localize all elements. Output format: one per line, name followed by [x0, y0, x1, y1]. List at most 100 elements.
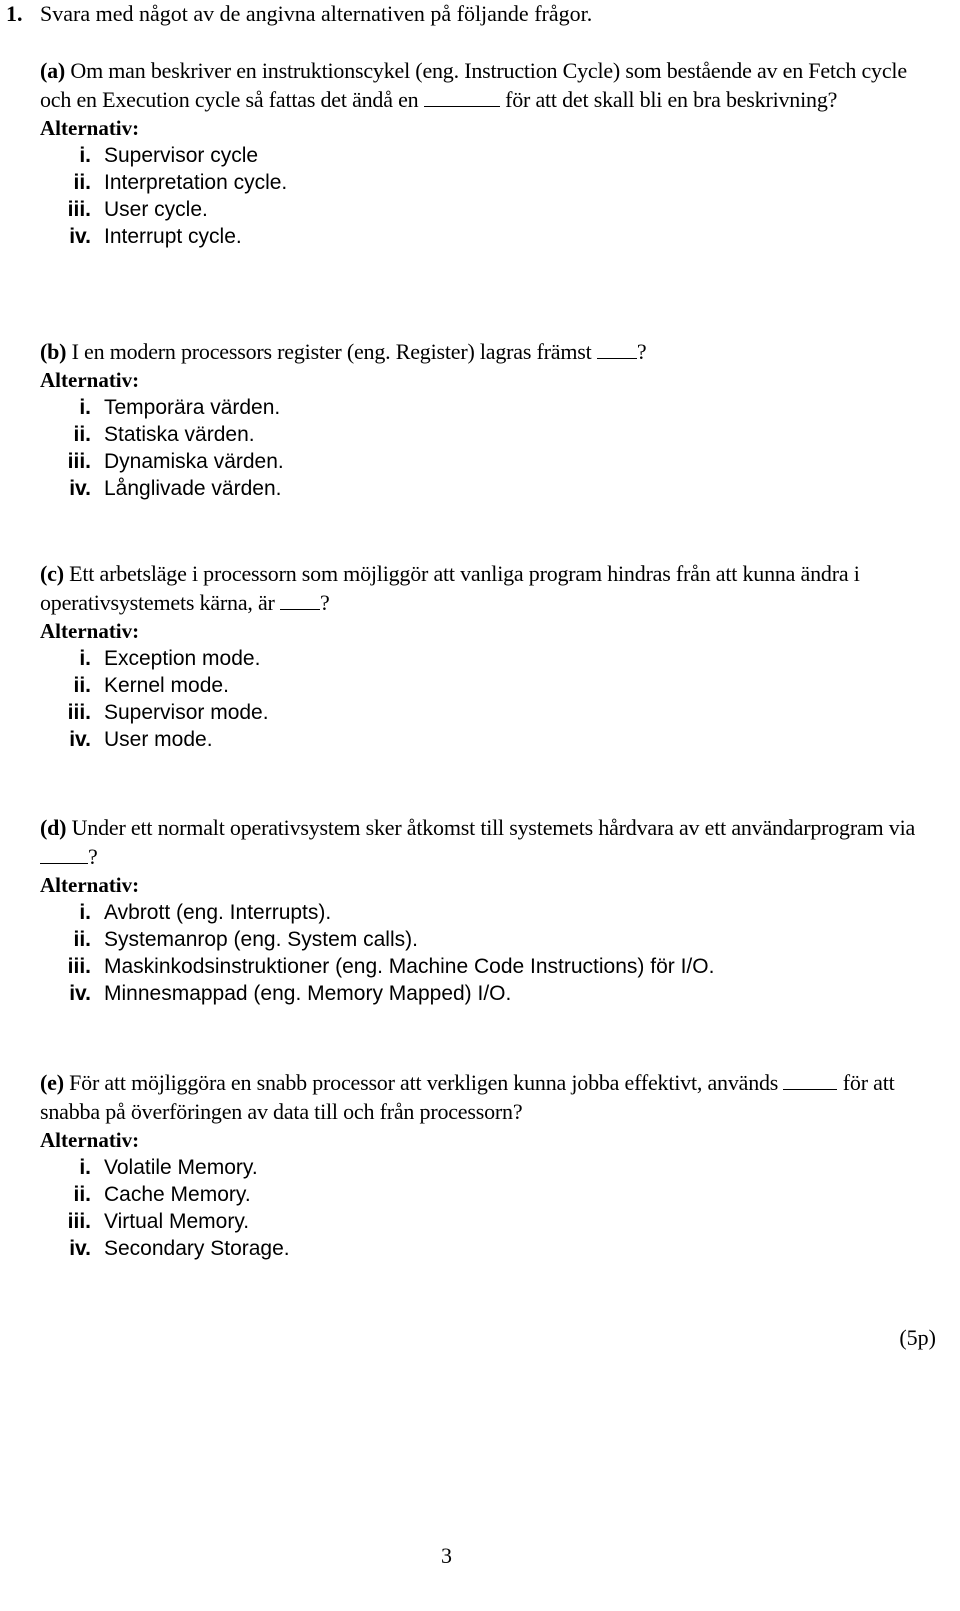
subquestion-label: (a) — [40, 58, 66, 83]
option-numeral: ii. — [73, 928, 91, 951]
option-item: iv. User mode. — [40, 726, 940, 753]
alternatives-heading: Alternativ: — [40, 368, 140, 392]
option-numeral: i. — [79, 1156, 91, 1179]
option-text: Interrupt cycle. — [104, 225, 242, 248]
option-text: Maskinkodsinstruktioner (eng. Machine Co… — [104, 955, 715, 978]
stem-text-after: för att det skall bli en bra beskrivning… — [505, 87, 838, 112]
alternatives-heading: Alternativ: — [40, 116, 140, 140]
option-item: i. Supervisor cycle — [40, 142, 940, 169]
option-numeral: i. — [79, 144, 91, 167]
option-text: Avbrott (eng. Interrupts). — [104, 901, 332, 924]
option-text: User mode. — [104, 728, 213, 751]
question-number: 1. — [6, 1, 23, 26]
stem-text-before: För att möjliggöra en snabb processor at… — [69, 1070, 779, 1095]
option-numeral: i. — [79, 396, 91, 419]
option-numeral: iii. — [67, 701, 91, 724]
option-text: Virtual Memory. — [104, 1210, 250, 1233]
subquestion-label: (c) — [40, 561, 64, 586]
subquestion-c: (c) Ett arbetsläge i processorn som möjl… — [40, 559, 940, 753]
option-numeral: ii. — [73, 1183, 91, 1206]
options-list: i. Avbrott (eng. Interrupts). ii. Systeman… — [40, 899, 940, 1007]
option-text: Minnesmappad (eng. Memory Mapped) I/O. — [104, 982, 512, 1005]
stem-text-before: Under ett normalt operativsystem sker åt… — [71, 815, 916, 840]
option-item: iv. Secondary Storage. — [40, 1235, 940, 1262]
option-item: iii. Virtual Memory. — [40, 1208, 940, 1235]
option-item: iv. Långlivade värden. — [40, 475, 940, 502]
question-stem: (a) Om man beskriver en instruktionscyke… — [40, 56, 940, 114]
option-text: Temporära värden. — [104, 396, 281, 419]
stem-text-after: ? — [88, 844, 98, 869]
option-text: Supervisor cycle — [104, 144, 259, 167]
option-item: ii. Cache Memory. — [40, 1181, 940, 1208]
option-text: Cache Memory. — [104, 1183, 251, 1206]
option-text: Interpretation cycle. — [104, 171, 288, 194]
answer-blank — [783, 1071, 838, 1090]
option-text: Statiska värden. — [104, 423, 255, 446]
answer-blank — [40, 845, 88, 864]
option-item: iii. Dynamiska värden. — [40, 448, 940, 475]
option-item: ii. Systemanrop (eng. System calls). — [40, 926, 940, 953]
stem-text-after: ? — [320, 590, 330, 615]
option-numeral: iii. — [67, 198, 91, 221]
option-text: Långlivade värden. — [104, 477, 282, 500]
option-item: i. Temporära värden. — [40, 394, 940, 421]
question-header: 1. Svara med något av de angivna alternat… — [6, 0, 592, 28]
option-numeral: ii. — [73, 423, 91, 446]
option-item: ii. Statiska värden. — [40, 421, 940, 448]
option-item: iii. Maskinkodsinstruktioner (eng. Machin… — [40, 953, 940, 980]
question-stem: (c) Ett arbetsläge i processorn som möjl… — [40, 559, 940, 617]
alternatives-heading: Alternativ: — [40, 873, 140, 897]
option-numeral: ii. — [73, 171, 91, 194]
options-list: i. Supervisor cycle ii. Interpretation cyc… — [40, 142, 940, 250]
option-text: Exception mode. — [104, 647, 261, 670]
question-stem: (d) Under ett normalt operativsystem ske… — [40, 813, 940, 871]
option-text: User cycle. — [104, 198, 208, 221]
option-item: i. Avbrott (eng. Interrupts). — [40, 899, 940, 926]
option-item: iii. Supervisor mode. — [40, 699, 940, 726]
answer-blank — [596, 340, 637, 359]
question-stem: (b) I en modern processors register (eng… — [40, 337, 940, 366]
option-text: Systemanrop (eng. System calls). — [104, 928, 418, 951]
option-numeral: i. — [79, 901, 91, 924]
subquestion-label: (d) — [40, 815, 67, 840]
stem-text-before: Ett arbetsläge i processorn som möjliggö… — [40, 561, 860, 615]
option-item: i. Volatile Memory. — [40, 1154, 940, 1181]
option-numeral: iv. — [69, 728, 91, 751]
alternatives-heading: Alternativ: — [40, 1128, 140, 1152]
points-label: (5p) — [899, 1325, 936, 1350]
option-item: iv. Interrupt cycle. — [40, 223, 940, 250]
option-numeral: iv. — [69, 1237, 91, 1260]
question-instruction: Svara med något av de angivna alternativ… — [40, 1, 593, 26]
option-text: Secondary Storage. — [104, 1237, 290, 1260]
option-numeral: ii. — [73, 674, 91, 697]
options-list: i. Exception mode. ii. Kernel mode. iii. Su… — [40, 645, 940, 753]
page-number: 3 — [441, 1543, 452, 1568]
subquestion-e: (e) För att möjliggöra en snabb processo… — [40, 1068, 940, 1262]
answer-blank — [280, 591, 320, 610]
question-stem: (e) För att möjliggöra en snabb processo… — [40, 1068, 940, 1126]
answer-blank — [423, 88, 500, 107]
option-text: Dynamiska värden. — [104, 450, 284, 473]
options-list: i. Volatile Memory. ii. Cache Memory. iii.… — [40, 1154, 940, 1262]
stem-text-before: I en modern processors register (eng. Re… — [71, 339, 592, 364]
stem-text-after: ? — [636, 339, 647, 364]
option-item: iii. User cycle. — [40, 196, 940, 223]
option-text: Kernel mode. — [104, 674, 229, 697]
option-numeral: iv. — [69, 477, 91, 500]
option-item: ii. Kernel mode. — [40, 672, 940, 699]
subquestion-d: (d) Under ett normalt operativsystem ske… — [40, 813, 940, 1007]
subquestion-a: (a) Om man beskriver en instruktionscyke… — [40, 56, 940, 250]
alternatives-heading: Alternativ: — [40, 619, 140, 643]
option-text: Supervisor mode. — [104, 701, 269, 724]
option-numeral: iii. — [67, 1210, 91, 1233]
option-numeral: iii. — [67, 955, 91, 978]
subquestion-label: (b) — [40, 339, 67, 364]
option-numeral: iii. — [67, 450, 91, 473]
option-item: iv. Minnesmappad (eng. Memory Mapped) I/O… — [40, 980, 940, 1007]
options-list: i. Temporära värden. ii. Statiska värden. … — [40, 394, 940, 502]
option-item: i. Exception mode. — [40, 645, 940, 672]
option-text: Volatile Memory. — [104, 1156, 258, 1179]
subquestion-b: (b) I en modern processors register (eng… — [40, 337, 940, 502]
option-numeral: iv. — [69, 982, 91, 1005]
option-item: ii. Interpretation cycle. — [40, 169, 940, 196]
